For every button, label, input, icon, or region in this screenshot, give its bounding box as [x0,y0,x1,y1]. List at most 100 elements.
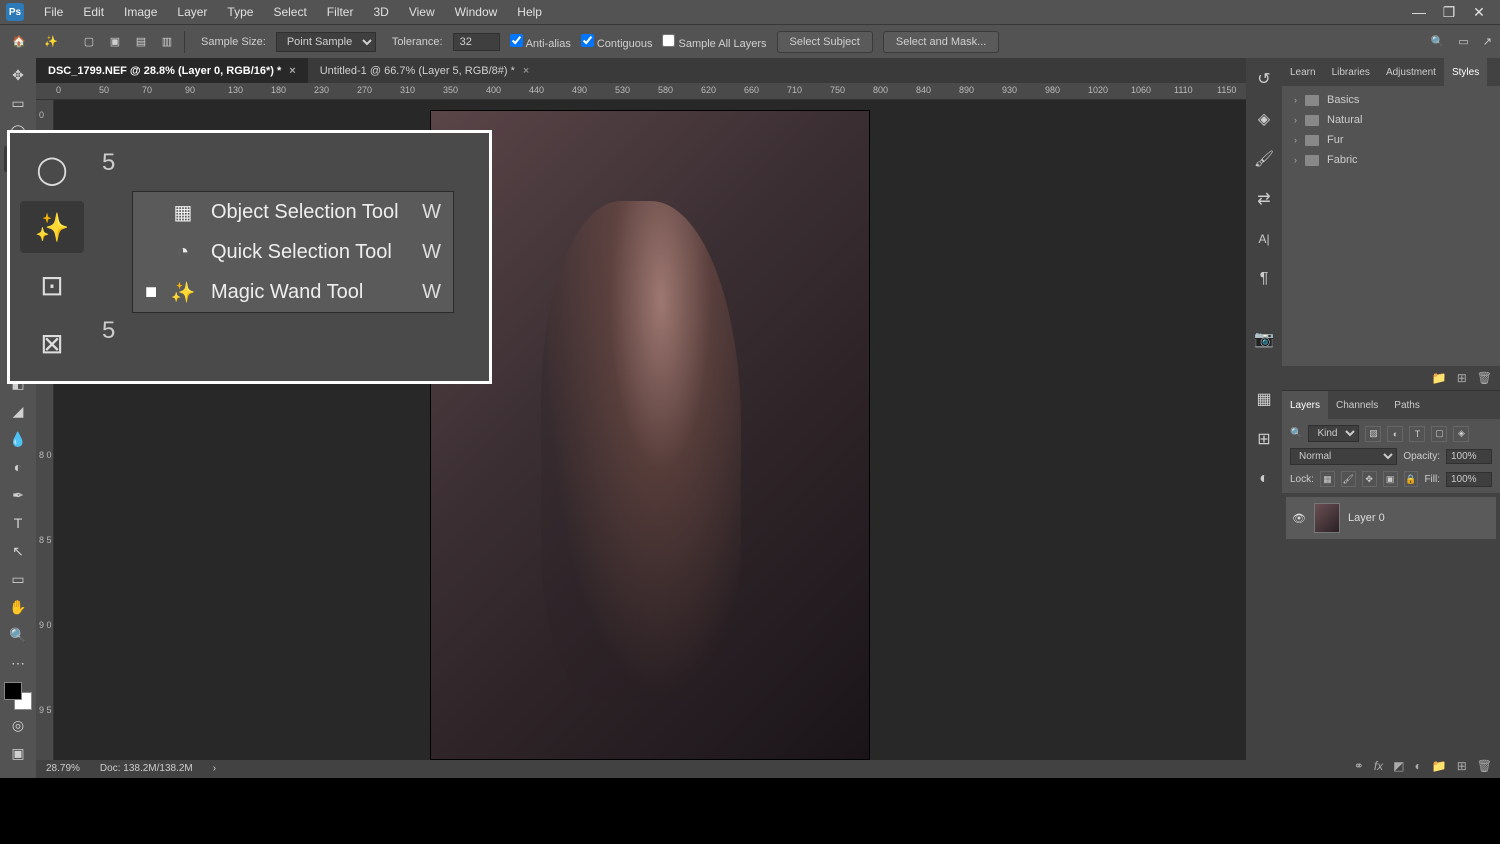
filter-shape-icon[interactable]: ▢ [1431,426,1447,442]
close-button[interactable]: ✕ [1464,4,1494,21]
character-panel-icon[interactable]: A| [1253,228,1275,250]
move-tool[interactable]: ✥ [4,62,32,88]
select-mask-button[interactable]: Select and Mask... [883,31,1000,53]
filter-pixel-icon[interactable]: ▨ [1365,426,1381,442]
anti-alias-checkbox[interactable]: Anti-alias [510,34,571,50]
tab-layers[interactable]: Layers [1282,391,1328,419]
layer-item[interactable]: 👁 Layer 0 [1286,497,1496,539]
home-icon[interactable]: 🏠 [8,31,30,53]
fill-input[interactable] [1446,472,1492,487]
menu-window[interactable]: Window [445,5,508,19]
color-swatches[interactable] [4,682,32,710]
subtract-selection-icon[interactable]: ▤ [130,31,152,53]
filter-kind-select[interactable]: Kind [1308,425,1359,442]
lasso-tool-large-icon[interactable]: ◯ [20,143,84,195]
frame-tool-large-icon[interactable]: ⊠ [20,317,84,369]
screen-mode-icon[interactable]: ▣ [4,740,32,766]
minimize-button[interactable]: — [1404,4,1434,20]
restore-button[interactable]: ❐ [1434,4,1464,21]
visibility-icon[interactable]: 👁 [1292,512,1306,525]
style-folder-basics[interactable]: ›Basics [1282,90,1500,110]
tab-adjustment[interactable]: Adjustment [1378,58,1444,86]
adjustment-icon[interactable]: ◐ [1415,759,1422,773]
folder-icon[interactable]: 📁 [1432,371,1447,385]
new-style-icon[interactable]: ⊞ [1457,371,1467,385]
close-icon[interactable]: × [523,65,529,77]
zoom-tool[interactable]: 🔍 [4,622,32,648]
menu-3d[interactable]: 3D [363,5,398,19]
intersect-selection-icon[interactable]: ▥ [156,31,178,53]
gradients-panel-icon[interactable]: ◐ [1253,468,1275,490]
new-layer-icon[interactable]: ⊞ [1457,759,1467,773]
select-subject-button[interactable]: Select Subject [777,31,873,53]
camera-panel-icon[interactable]: 📷 [1253,328,1275,350]
style-folder-fur[interactable]: ›Fur [1282,130,1500,150]
lock-pixels-icon[interactable]: 🖌 [1341,471,1356,487]
magic-wand-tool-large-icon[interactable]: ✨ [20,201,84,253]
blend-mode-select[interactable]: Normal [1290,448,1397,465]
tolerance-input[interactable] [453,33,500,51]
paragraph-panel-icon[interactable]: ¶ [1253,268,1275,290]
lock-artboard-icon[interactable]: ▣ [1383,471,1398,487]
menu-view[interactable]: View [399,5,445,19]
rectangle-tool[interactable]: ▭ [4,566,32,592]
menu-layer[interactable]: Layer [167,5,217,19]
opacity-input[interactable] [1446,449,1492,464]
hand-tool[interactable]: ✋ [4,594,32,620]
mask-icon[interactable]: ◩ [1393,759,1404,773]
search-icon[interactable]: 🔍 [1290,428,1302,439]
lock-position-icon[interactable]: ✥ [1362,471,1377,487]
add-selection-icon[interactable]: ▣ [104,31,126,53]
patterns-panel-icon[interactable]: ⊞ [1253,428,1275,450]
crop-tool-large-icon[interactable]: ⊡ [20,259,84,311]
filter-type-icon[interactable]: T [1409,426,1425,442]
filter-smart-icon[interactable]: ◈ [1453,426,1469,442]
marquee-tool[interactable]: ▭ [4,90,32,116]
status-chevron-icon[interactable]: › [213,763,216,774]
group-icon[interactable]: 📁 [1432,759,1447,773]
new-selection-icon[interactable]: ▢ [78,31,100,53]
blur-tool[interactable]: 💧 [4,426,32,452]
search-icon[interactable]: 🔍 [1431,35,1445,48]
fx-icon[interactable]: fx [1374,759,1383,773]
lock-all-icon[interactable]: 🔒 [1404,471,1419,487]
trash-icon[interactable]: 🗑 [1477,371,1492,385]
menu-help[interactable]: Help [507,5,552,19]
tab-libraries[interactable]: Libraries [1324,58,1378,86]
close-icon[interactable]: × [289,65,295,77]
tab-paths[interactable]: Paths [1386,391,1428,419]
document-tab-1[interactable]: DSC_1799.NEF @ 28.8% (Layer 0, RGB/16*) … [36,58,308,83]
trash-icon[interactable]: 🗑 [1477,759,1492,773]
quick-mask-icon[interactable]: ◎ [4,712,32,738]
path-selection-tool[interactable]: ↖ [4,538,32,564]
gradient-tool[interactable]: ◢ [4,398,32,424]
current-tool-icon[interactable]: ✨ [40,31,62,53]
menu-select[interactable]: Select [263,5,316,19]
tab-styles[interactable]: Styles [1444,58,1487,86]
history-panel-icon[interactable]: ↺ [1253,68,1275,90]
brushes-panel-icon[interactable]: 🖌 [1253,148,1275,170]
link-icon[interactable]: ⚭ [1354,759,1364,773]
object-selection-tool-item[interactable]: ▦ Object Selection Tool W [133,192,453,232]
menu-edit[interactable]: Edit [73,5,114,19]
menu-filter[interactable]: Filter [317,5,364,19]
quick-selection-tool-item[interactable]: ◔ Quick Selection Tool W [133,232,453,272]
properties-panel-icon[interactable]: ◈ [1253,108,1275,130]
more-tools[interactable]: ⋯ [4,650,32,676]
sample-size-select[interactable]: Point Sample [276,32,376,52]
dodge-tool[interactable]: ◐ [4,454,32,480]
style-folder-fabric[interactable]: ›Fabric [1282,150,1500,170]
filter-adjustment-icon[interactable]: ◐ [1387,426,1403,442]
contiguous-checkbox[interactable]: Contiguous [581,34,653,50]
lock-transparency-icon[interactable]: ▦ [1320,471,1335,487]
document-tab-2[interactable]: Untitled-1 @ 66.7% (Layer 5, RGB/8#) * × [308,58,542,83]
swatches-panel-icon[interactable]: ▦ [1253,388,1275,410]
magic-wand-tool-item[interactable]: ■ ✨ Magic Wand Tool W [133,272,453,312]
share-icon[interactable]: ↗ [1483,35,1492,48]
menu-type[interactable]: Type [217,5,263,19]
sample-all-checkbox[interactable]: Sample All Layers [662,34,766,50]
pen-tool[interactable]: ✒ [4,482,32,508]
adjustments-panel-icon[interactable]: ⇄ [1253,188,1275,210]
menu-file[interactable]: File [34,5,73,19]
menu-image[interactable]: Image [114,5,167,19]
